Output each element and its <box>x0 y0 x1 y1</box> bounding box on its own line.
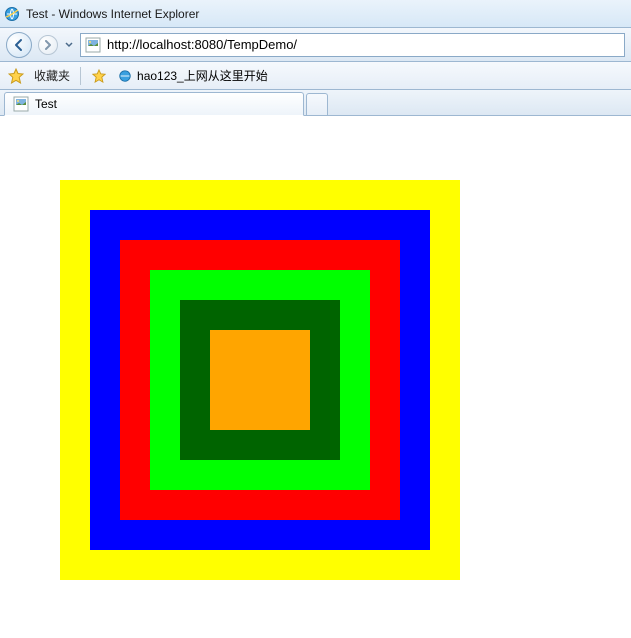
square-3 <box>150 270 370 490</box>
window-titlebar: Test - Windows Internet Explorer <box>0 0 631 28</box>
square-5 <box>210 330 310 430</box>
square-4 <box>180 300 340 460</box>
page-favicon-icon <box>85 37 101 53</box>
new-tab-button[interactable] <box>306 93 328 115</box>
nav-history-dropdown[interactable] <box>64 41 74 49</box>
back-button[interactable] <box>6 32 32 58</box>
page-favicon-icon <box>13 96 29 112</box>
favorites-star-icon[interactable] <box>8 68 24 84</box>
square-0 <box>60 180 460 580</box>
tab-bar: Test <box>0 90 631 116</box>
favorites-link-hao123[interactable]: hao123_上网从这里开始 <box>117 67 268 84</box>
favorites-mini-star-icon[interactable] <box>91 68 107 84</box>
chevron-down-icon <box>65 41 73 49</box>
nested-squares <box>60 180 460 580</box>
page-content <box>0 116 631 638</box>
favorites-label: 收藏夹 <box>34 67 70 84</box>
forward-button[interactable] <box>38 35 58 55</box>
address-input[interactable] <box>105 35 620 55</box>
tab-title: Test <box>35 97 57 111</box>
square-2 <box>120 240 400 520</box>
ie-logo-icon <box>4 6 20 22</box>
tab-test[interactable]: Test <box>4 92 304 116</box>
arrow-right-icon <box>43 40 53 50</box>
separator <box>80 67 81 85</box>
square-1 <box>90 210 430 550</box>
favorites-link-label: hao123_上网从这里开始 <box>137 67 268 84</box>
nav-toolbar <box>0 28 631 62</box>
address-bar[interactable] <box>80 33 625 57</box>
window-title: Test - Windows Internet Explorer <box>26 7 199 21</box>
favorites-bar: 收藏夹 hao123_上网从这里开始 <box>0 62 631 90</box>
ie-page-icon <box>117 68 133 84</box>
arrow-left-icon <box>12 38 26 52</box>
